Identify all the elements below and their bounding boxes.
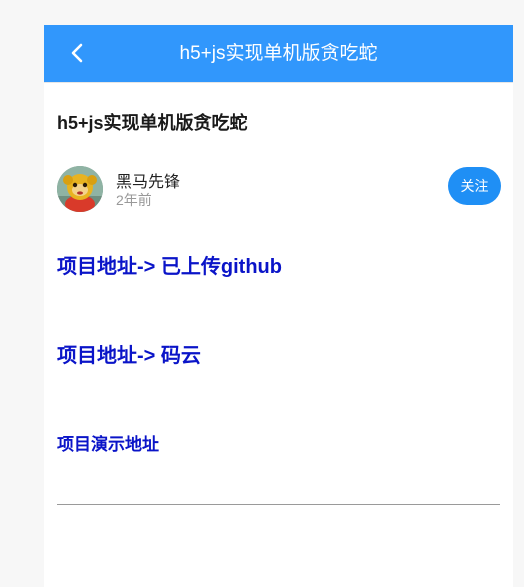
- content-divider: [57, 504, 500, 505]
- avatar-image: [57, 166, 103, 212]
- chevron-left-icon: [71, 43, 83, 63]
- link-gitee[interactable]: 项目地址-> 码云: [57, 339, 201, 368]
- link-github[interactable]: 项目地址-> 已上传github: [57, 250, 282, 279]
- link-demo[interactable]: 项目演示地址: [57, 430, 159, 455]
- back-button[interactable]: [62, 38, 92, 68]
- author-avatar[interactable]: [57, 166, 103, 212]
- article-title: h5+js实现单机版贪吃蛇: [57, 113, 248, 133]
- navbar-title: h5+js实现单机版贪吃蛇: [179, 43, 378, 64]
- mobile-page: h5+js实现单机版贪吃蛇 h5+js实现单机版贪吃蛇 黑马先锋 2年前 关注 …: [44, 25, 513, 587]
- top-navbar: h5+js实现单机版贪吃蛇: [44, 25, 513, 83]
- follow-button[interactable]: 关注: [448, 167, 501, 205]
- author-name[interactable]: 黑马先锋: [116, 168, 180, 192]
- post-time: 2年前: [116, 192, 152, 208]
